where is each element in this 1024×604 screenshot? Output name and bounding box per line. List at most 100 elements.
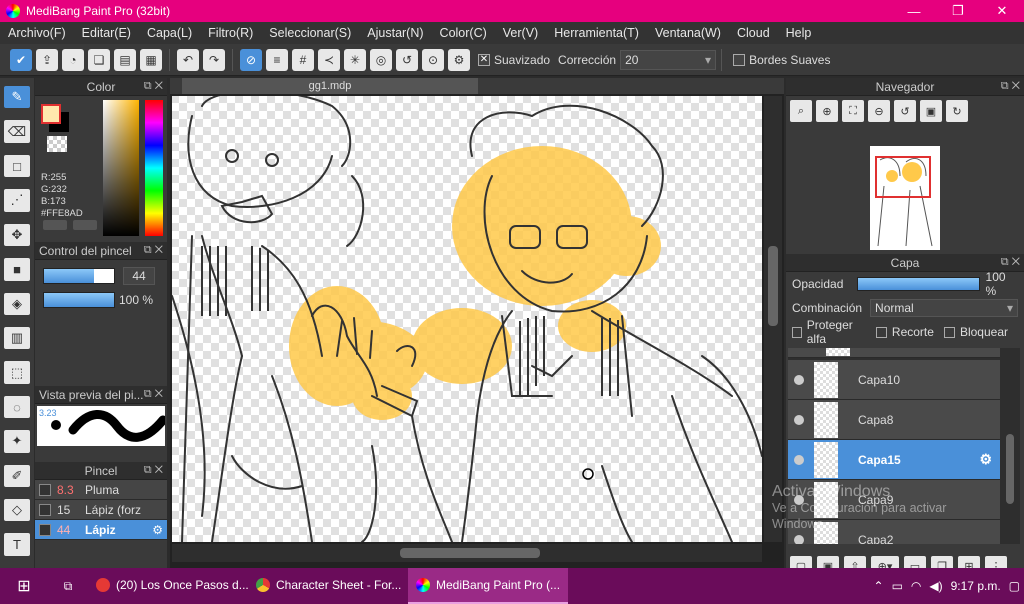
eraser-tool-icon[interactable]: ⌫ (4, 120, 30, 143)
eye-icon[interactable] (794, 414, 804, 425)
layer-opacity-slider[interactable] (857, 277, 980, 291)
actual-size-icon[interactable]: ▣ (920, 100, 942, 122)
curve-snap-icon[interactable]: ↺ (396, 48, 418, 71)
volume-icon[interactable]: ◀) (929, 579, 942, 593)
crisscross-snap-icon[interactable]: # (292, 48, 314, 71)
snap-settings-icon[interactable]: ⊙ (422, 48, 444, 71)
protect-alpha-checkbox[interactable]: Proteger alfa (792, 318, 866, 346)
menu-color[interactable]: Color(C) (432, 26, 495, 40)
canvas-horizontal-scrollbar[interactable] (172, 544, 762, 562)
grid-icon[interactable]: ▦ (140, 48, 162, 71)
comment-icon[interactable]: ◔ (62, 48, 84, 71)
tab-document[interactable]: gg1.mdp (182, 78, 478, 94)
navigator-thumbnail[interactable] (870, 146, 940, 250)
soft-edges-checkbox[interactable] (733, 53, 746, 66)
taskbar-item[interactable]: Character Sheet - For... (248, 568, 408, 604)
saturation-value-picker[interactable] (103, 100, 139, 236)
brush-opacity-slider[interactable] (43, 292, 115, 308)
zoom-out-icon[interactable]: ⊖ (868, 100, 890, 122)
color-mode-button[interactable] (73, 220, 97, 230)
gear-icon[interactable]: ⚙ (979, 451, 992, 468)
radial-snap-icon[interactable]: ✳ (344, 48, 366, 71)
taskbar-item[interactable]: (20) Los Once Pasos d... (88, 568, 248, 604)
move-tool-icon[interactable]: ✥ (4, 223, 30, 247)
document-icon[interactable]: ▤ (114, 48, 136, 71)
close-button[interactable]: ✕ (980, 0, 1024, 22)
rotate-left-icon[interactable]: ↺ (894, 100, 916, 122)
canvas-vertical-scrollbar[interactable] (764, 96, 782, 542)
scroll-thumb[interactable] (1006, 434, 1014, 504)
eye-icon[interactable] (794, 374, 804, 385)
panel-controls-icon[interactable]: ⧉ ✕ (144, 80, 163, 93)
text-tool-icon[interactable]: T (4, 533, 30, 556)
layer-item[interactable]: Capa8 (788, 400, 1000, 440)
eye-icon[interactable] (794, 534, 804, 544)
dot-tool-icon[interactable]: ⋰ (4, 189, 30, 212)
select-tool-icon[interactable]: ⬚ (4, 361, 30, 384)
smoothing-checkbox[interactable]: ✕ (478, 53, 490, 66)
viewport-indicator[interactable] (875, 156, 931, 198)
redo-icon[interactable]: ↷ (203, 48, 225, 71)
brush-item[interactable]: 8.3 Pluma (35, 480, 167, 500)
panel-controls-icon[interactable]: ⧉ ✕ (144, 244, 163, 257)
gear-icon[interactable]: ⚙ (152, 523, 163, 537)
magic-wand-tool-icon[interactable]: ✦ (4, 430, 30, 453)
brush-size-value[interactable]: 44 (123, 267, 155, 285)
transparent-color-swatch[interactable] (47, 136, 67, 152)
brush-item[interactable]: 15 Lápiz (forz (35, 500, 167, 520)
zoom-fit-icon[interactable]: ⌕ (790, 100, 812, 122)
lasso-tool-icon[interactable]: ◌ (4, 395, 30, 419)
zoom-in-icon[interactable]: ⊕ (816, 100, 838, 122)
panel-controls-icon[interactable]: ⧉ ✕ (1001, 80, 1020, 93)
undo-icon[interactable]: ↶ (177, 48, 199, 71)
menu-ver[interactable]: Ver(V) (495, 26, 546, 40)
network-icon[interactable]: ◠ (911, 579, 921, 593)
menu-editar[interactable]: Editar(E) (74, 26, 139, 40)
minimize-button[interactable]: — (892, 0, 936, 22)
bucket-tool-icon[interactable]: ◈ (4, 292, 30, 315)
layer-item[interactable]: Capa10 (788, 360, 1000, 400)
notifications-icon[interactable]: ▢ (1009, 579, 1020, 593)
foreground-color-swatch[interactable] (41, 104, 61, 124)
snap-off-icon[interactable]: ⊘ (240, 48, 262, 71)
clock[interactable]: 9:17 p.m. (951, 579, 1001, 593)
select-eraser-tool-icon[interactable]: ◇ (4, 499, 30, 522)
layer-item-active[interactable]: Capa15 ⚙ (788, 440, 1000, 480)
menu-filtro[interactable]: Filtro(R) (200, 26, 261, 40)
panel-controls-icon[interactable]: ⧉ ✕ (144, 464, 163, 477)
brush-size-slider[interactable] (43, 268, 115, 284)
brush-tool-icon[interactable]: ✎ (4, 86, 30, 109)
menu-herramienta[interactable]: Herramienta(T) (546, 26, 647, 40)
fit-window-icon[interactable]: ⛶ (842, 100, 864, 122)
fill-shape-tool-icon[interactable]: ■ (4, 258, 30, 281)
layer-scrollbar[interactable] (1002, 348, 1018, 544)
clipping-checkbox[interactable]: Recorte (875, 325, 934, 339)
menu-cloud[interactable]: Cloud (729, 26, 778, 40)
menu-seleccionar[interactable]: Seleccionar(S) (261, 26, 359, 40)
menu-capa[interactable]: Capa(L) (139, 26, 200, 40)
panel-controls-icon[interactable]: ⧉ ✕ (1001, 256, 1020, 269)
menu-ventana[interactable]: Ventana(W) (647, 26, 729, 40)
circle-snap-icon[interactable]: ◎ (370, 48, 392, 71)
select-pen-tool-icon[interactable]: ✐ (4, 464, 30, 488)
scroll-thumb[interactable] (768, 246, 778, 326)
parallel-snap-icon[interactable]: ≡ (266, 48, 288, 71)
rectangle-tool-icon[interactable]: □ (4, 154, 30, 178)
brush-item-active[interactable]: 44 Lápiz ⚙ (35, 520, 167, 540)
scroll-thumb[interactable] (400, 548, 540, 558)
blend-mode-select[interactable]: Normal (870, 299, 1018, 317)
maximize-button[interactable]: ❐ (936, 0, 980, 22)
share-icon[interactable]: ⇪ (36, 48, 58, 71)
gradient-tool-icon[interactable]: ▥ (4, 326, 30, 350)
vanishing-point-icon[interactable]: ≺ (318, 48, 340, 71)
correction-select[interactable]: 20 (620, 49, 717, 70)
layer-item[interactable] (788, 348, 1000, 358)
hue-slider[interactable] (145, 100, 163, 236)
battery-icon[interactable]: ▭ (892, 579, 903, 593)
check-icon[interactable]: ✔ (10, 48, 32, 71)
menu-help[interactable]: Help (778, 26, 820, 40)
task-view-icon[interactable]: ⧉ (48, 579, 88, 594)
color-add-button[interactable] (43, 220, 67, 230)
eye-icon[interactable] (794, 454, 804, 465)
rotate-right-icon[interactable]: ↻ (946, 100, 968, 122)
